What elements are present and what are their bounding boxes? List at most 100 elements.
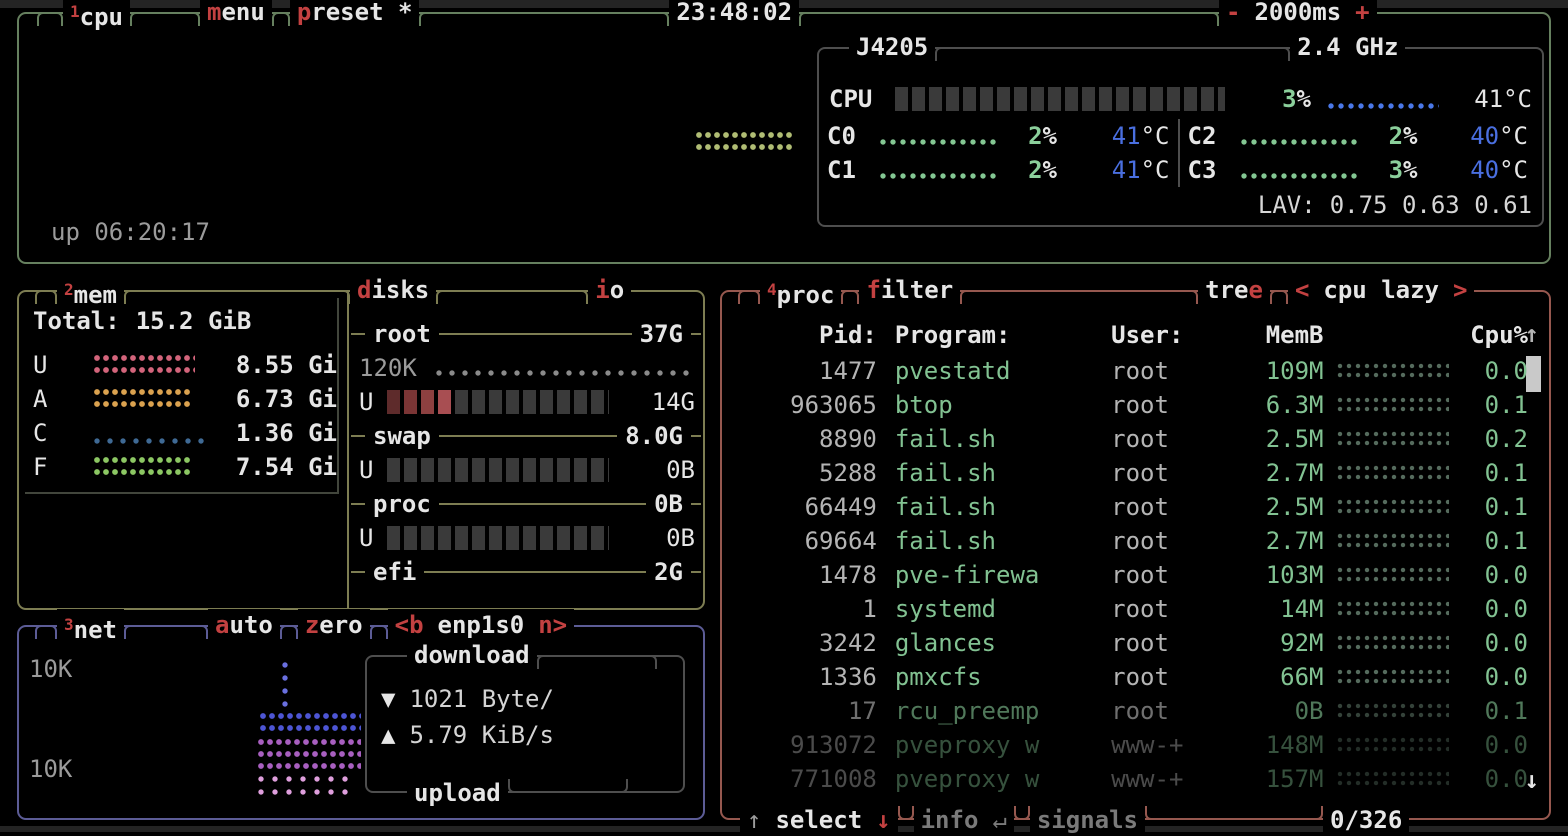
- core-column-left: C0 2% 41°C C1 2% 41°C: [819, 119, 1178, 187]
- process-row[interactable]: 1systemdroot14M0.0: [728, 592, 1528, 626]
- core-column-right: C2 2% 40°C C3 3% 40°C: [1178, 119, 1537, 187]
- process-row[interactable]: 69664fail.shroot2.7M0.1: [728, 524, 1528, 558]
- net-zero-button[interactable]: zero: [298, 609, 370, 641]
- cpu-pct: 0.2: [1449, 425, 1528, 453]
- process-row[interactable]: 1336pmxcfsroot66M0.0: [728, 660, 1528, 694]
- disk-used-value: 0B: [609, 456, 701, 484]
- proc-footer: ↑ select ↓ info ↵ signals 0/326: [722, 804, 1549, 836]
- border-notch: [898, 806, 914, 820]
- mem-stats-border-v: [337, 298, 339, 494]
- col-cpu[interactable]: Cpu%: [1449, 321, 1528, 349]
- proc-panel-title[interactable]: 4proc: [760, 274, 841, 306]
- signals-button[interactable]: signals: [1030, 804, 1145, 836]
- divider-line: [439, 435, 617, 437]
- process-row[interactable]: 913072pveproxy wwww-+148M0.0: [728, 728, 1528, 762]
- net-next-iface-button[interactable]: n>: [531, 609, 574, 641]
- net-prev-iface-button[interactable]: <b: [388, 609, 431, 641]
- process-row[interactable]: 771008pveproxy wwww-+157M0.0: [728, 762, 1528, 796]
- filter-button[interactable]: filter: [859, 274, 960, 306]
- core-graph: [879, 172, 997, 181]
- mem-value: 7.54 Gi: [236, 453, 337, 481]
- cpu-pct: 0.0: [1449, 357, 1528, 385]
- process-row[interactable]: 5288fail.shroot2.7M0.1: [728, 456, 1528, 490]
- user: www-+: [1111, 765, 1220, 793]
- cpu-total-temp: 41: [1474, 85, 1503, 113]
- process-row[interactable]: 8890fail.shroot2.5M0.2: [728, 422, 1528, 456]
- user: root: [1111, 493, 1220, 521]
- process-row[interactable]: 17rcu_preemproot0B0.1: [728, 694, 1528, 728]
- select-button[interactable]: select: [768, 804, 869, 836]
- mem-panel: 2mem disks io Total: 15.2 GiB U 8.55 Gi …: [17, 290, 705, 610]
- program: pveproxy w: [895, 731, 1111, 759]
- process-row[interactable]: 1477pvestatdroot109M0.0: [728, 354, 1528, 388]
- tree-button[interactable]: tree: [1198, 274, 1270, 306]
- preset-button[interactable]: preset *: [290, 0, 420, 28]
- disk-proc-used-row: U 0B: [351, 522, 701, 554]
- cpu-history-graph: [1337, 600, 1448, 618]
- interval-dec-button[interactable]: -: [1219, 0, 1247, 28]
- program: systemd: [895, 595, 1111, 623]
- cpu-pct: 0.1: [1449, 459, 1528, 487]
- menu-button[interactable]: menu: [200, 0, 272, 28]
- divider-line: [351, 435, 365, 437]
- process-row[interactable]: 66449fail.shroot2.5M0.1: [728, 490, 1528, 524]
- mem-disks-divider: [347, 292, 349, 608]
- cpu-panel-title[interactable]: 1cpu: [63, 0, 130, 28]
- cpu-history-graph: [1337, 702, 1448, 720]
- meter-fill: [438, 390, 451, 414]
- proc-table-header: Pid: Program: User: MemB Cpu%: [728, 318, 1528, 352]
- info-button[interactable]: info: [914, 804, 986, 836]
- process-row[interactable]: 963065btoproot6.3M0.1: [728, 388, 1528, 422]
- pid: 66449: [728, 493, 877, 521]
- border-notch: [370, 625, 388, 639]
- mem-total-value: 15.2 GiB: [136, 307, 252, 335]
- col-pid[interactable]: Pid:: [728, 321, 877, 349]
- program: pveproxy w: [895, 765, 1111, 793]
- net-download-graph: [259, 711, 361, 735]
- cpu-pct: 0.0: [1449, 731, 1528, 759]
- border-notch: [419, 12, 669, 26]
- mem-key: U: [33, 351, 93, 379]
- net-auto-button[interactable]: auto: [208, 609, 280, 641]
- mem: 2.7M: [1220, 527, 1323, 555]
- divider-line: [439, 333, 632, 335]
- scroll-up-indicator[interactable]: ↑: [1525, 320, 1539, 348]
- mem-used-graph: [93, 353, 195, 377]
- scrollbar-thumb[interactable]: [1526, 356, 1541, 392]
- net-panel-titlebar: 3net auto zero <b enp1s0 n>: [19, 609, 703, 641]
- net-panel-title[interactable]: 3net: [57, 609, 124, 641]
- meter-fill: [404, 390, 417, 414]
- col-user[interactable]: User:: [1111, 321, 1220, 349]
- col-program[interactable]: Program:: [895, 321, 1111, 349]
- pid: 913072: [728, 731, 877, 759]
- divider-line: [351, 571, 365, 573]
- core-graph: [1240, 172, 1358, 181]
- interval-inc-button[interactable]: +: [1348, 0, 1376, 28]
- io-mode-button[interactable]: io: [588, 274, 631, 306]
- sort-next-button[interactable]: >: [1446, 274, 1474, 306]
- col-memb[interactable]: MemB: [1220, 321, 1323, 349]
- sort-prev-button[interactable]: <: [1288, 274, 1316, 306]
- mem: 157M: [1220, 765, 1323, 793]
- select-down-arrow[interactable]: ↓: [869, 804, 897, 836]
- disks-toggle-button[interactable]: disks: [350, 274, 436, 306]
- upload-arrow-icon: ▲: [381, 721, 395, 749]
- select-up-arrow[interactable]: ↑: [740, 804, 768, 836]
- mem-value: 8.55 Gi: [236, 351, 337, 379]
- border-notch: [1270, 290, 1288, 304]
- mem: 2.5M: [1220, 425, 1323, 453]
- program: pmxcfs: [895, 663, 1111, 691]
- program: pvestatd: [895, 357, 1111, 385]
- cpu-pct: 0.0: [1449, 663, 1528, 691]
- mem-panel-title[interactable]: 2mem: [57, 274, 124, 306]
- border-notch: [960, 290, 1198, 304]
- user: root: [1111, 391, 1220, 419]
- disk-swap-header: swap 8.0G: [351, 420, 701, 452]
- pid: 17: [728, 697, 877, 725]
- border-notch: [1145, 806, 1323, 820]
- process-row[interactable]: 1478pve-firewaroot103M0.0: [728, 558, 1528, 592]
- process-row[interactable]: 3242glancesroot92M0.0: [728, 626, 1528, 660]
- border-notch: [37, 12, 63, 26]
- uptime: up 06:20:17: [51, 218, 210, 246]
- cpu-history-graph: [1337, 770, 1448, 788]
